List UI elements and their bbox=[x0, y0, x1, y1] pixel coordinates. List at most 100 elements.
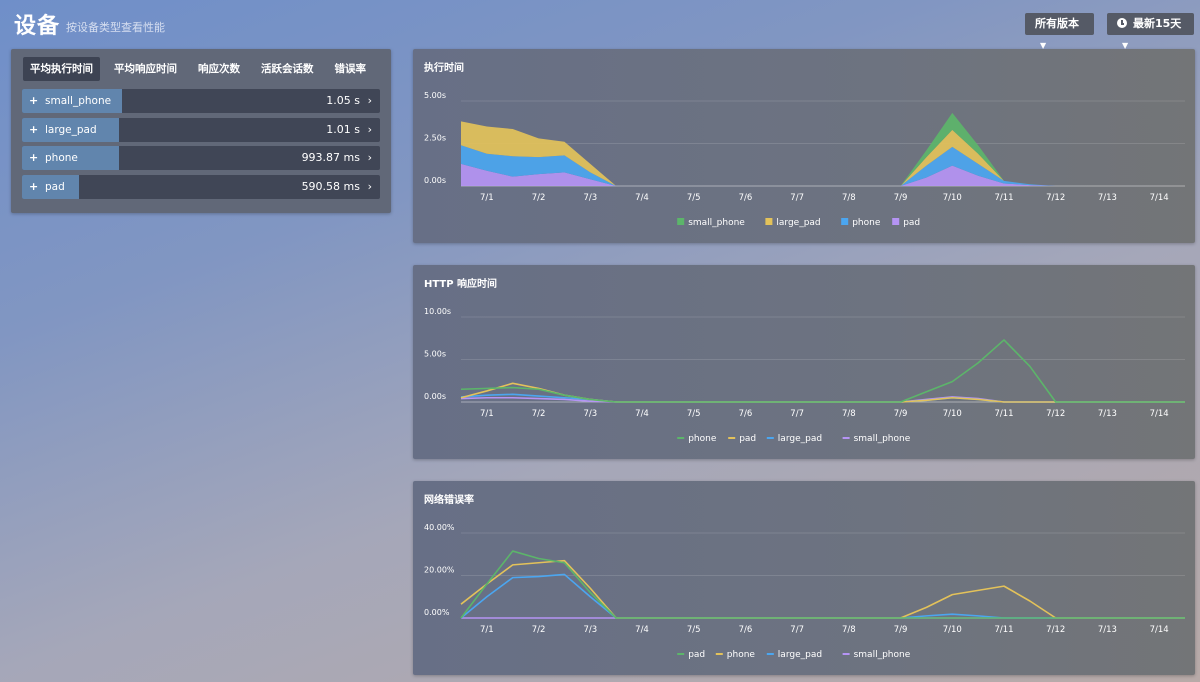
y-tick-label: 40.00% bbox=[424, 523, 455, 532]
device-row-small-phone[interactable]: + small_phone 1.05 s › bbox=[22, 89, 380, 113]
page-title: 设备 bbox=[14, 14, 61, 39]
line-series-phone[interactable] bbox=[460, 339, 1185, 403]
x-tick-label: 7/4 bbox=[635, 625, 649, 635]
x-tick-label: 7/3 bbox=[583, 193, 597, 203]
x-tick-label: 7/5 bbox=[687, 193, 701, 203]
x-tick-label: 7/4 bbox=[635, 409, 649, 419]
x-tick-label: 7/10 bbox=[943, 409, 962, 419]
x-tick-label: 7/8 bbox=[842, 409, 856, 419]
x-tick-label: 7/11 bbox=[994, 625, 1013, 635]
legend-swatch bbox=[765, 218, 773, 225]
legend-label: phone bbox=[727, 650, 756, 660]
legend-item-pad[interactable]: pad bbox=[728, 434, 756, 444]
y-tick-label: 2.50s bbox=[424, 134, 446, 143]
device-value: 1.05 s bbox=[326, 94, 360, 107]
legend-item-large_pad[interactable]: large_pad bbox=[766, 434, 822, 444]
time-range-dropdown[interactable]: 最新15天▼ bbox=[1107, 13, 1194, 50]
legend-item-phone[interactable]: phone bbox=[715, 650, 756, 660]
clock-icon bbox=[1117, 18, 1127, 28]
line-series-large_pad[interactable] bbox=[460, 573, 1185, 619]
legend-item-phone[interactable]: phone bbox=[841, 218, 881, 228]
http-response-chart-title: HTTP 响应时间 bbox=[424, 279, 498, 290]
chevron-right-icon[interactable]: › bbox=[368, 146, 372, 170]
version-dropdown[interactable]: 所有版本▼ bbox=[1025, 13, 1094, 50]
legend-item-large_pad[interactable]: large_pad bbox=[765, 218, 821, 228]
x-tick-label: 7/9 bbox=[894, 409, 908, 419]
x-tick-label: 7/10 bbox=[943, 193, 962, 203]
x-tick-label: 7/8 bbox=[842, 625, 856, 635]
legend-item-small_phone[interactable]: small_phone bbox=[677, 218, 745, 228]
tab-error-rate[interactable]: 错误率 bbox=[328, 57, 374, 81]
tab-active-sessions[interactable]: 活跃会话数 bbox=[254, 57, 321, 81]
legend-label: large_pad bbox=[778, 434, 822, 444]
tab-avg-exec-time[interactable]: 平均执行时间 bbox=[23, 57, 100, 81]
x-tick-label: 7/11 bbox=[994, 409, 1013, 419]
legend-label: phone bbox=[688, 434, 717, 444]
legend-item-small_phone[interactable]: small_phone bbox=[842, 434, 911, 444]
x-tick-label: 7/11 bbox=[994, 193, 1013, 203]
device-value: 993.87 ms bbox=[301, 151, 360, 164]
chevron-right-icon[interactable]: › bbox=[368, 175, 372, 199]
chevron-right-icon[interactable]: › bbox=[368, 89, 372, 113]
y-tick-label: 0.00s bbox=[424, 176, 446, 185]
legend-item-pad[interactable]: pad bbox=[677, 650, 705, 660]
legend-label: small_phone bbox=[854, 650, 911, 660]
x-tick-label: 7/6 bbox=[739, 193, 753, 203]
exec-time-chart-title: 执行时间 bbox=[424, 63, 464, 74]
tab-avg-response-time[interactable]: 平均响应时间 bbox=[107, 57, 184, 81]
metric-tabs: 平均执行时间 平均响应时间 响应次数 活跃会话数 错误率 bbox=[23, 57, 380, 81]
expand-plus-icon[interactable]: + bbox=[29, 175, 38, 199]
legend-swatch bbox=[677, 218, 685, 225]
device-name: large_pad bbox=[45, 124, 97, 136]
device-name: small_phone bbox=[45, 95, 112, 107]
y-tick-label: 0.00s bbox=[424, 392, 446, 401]
legend-item-phone[interactable]: phone bbox=[677, 434, 717, 444]
x-tick-label: 7/13 bbox=[1098, 625, 1117, 635]
device-value: 590.58 ms bbox=[301, 180, 360, 193]
legend-label: small_phone bbox=[854, 434, 911, 444]
expand-plus-icon[interactable]: + bbox=[29, 89, 38, 113]
x-tick-label: 7/2 bbox=[532, 193, 546, 203]
legend-label: pad bbox=[688, 650, 705, 660]
device-row-pad[interactable]: + pad 590.58 ms › bbox=[22, 175, 380, 199]
legend-swatch bbox=[892, 218, 900, 225]
x-tick-label: 7/12 bbox=[1046, 625, 1065, 635]
x-tick-label: 7/12 bbox=[1046, 409, 1065, 419]
exec-time-chart: 0.00s 2.50s 5.00s 7/1 7/2 7/3 7/4 7/5 7/6 7/7 7/8 7… bbox=[424, 91, 1185, 228]
http-response-chart-panel: 0.00s 5.00s 10.00s 7/1 7/2 7/3 7/4 7/5 7/6 7/7 7/8… bbox=[413, 265, 1195, 459]
y-tick-label: 0.00% bbox=[424, 608, 450, 617]
chevron-right-icon[interactable]: › bbox=[368, 118, 372, 142]
x-tick-label: 7/7 bbox=[790, 625, 804, 635]
x-tick-label: 7/5 bbox=[687, 409, 701, 419]
device-row-phone[interactable]: + phone 993.87 ms › bbox=[22, 146, 380, 170]
y-tick-label: 5.00s bbox=[424, 350, 446, 359]
network-error-chart: 0.00% 20.00% 40.00% 7/1 7/2 7/3 7/4 7/5 7/6 7/7 7/… bbox=[424, 523, 1185, 660]
x-tick-label: 7/8 bbox=[842, 193, 856, 203]
device-value: 1.01 s bbox=[326, 123, 360, 136]
x-tick-label: 7/4 bbox=[635, 193, 649, 203]
x-tick-label: 7/3 bbox=[583, 625, 597, 635]
expand-plus-icon[interactable]: + bbox=[29, 146, 38, 170]
line-series-pad[interactable] bbox=[460, 550, 1185, 619]
legend-label: large_pad bbox=[778, 650, 822, 660]
legend-label: large_pad bbox=[776, 218, 820, 228]
legend-label: small_phone bbox=[688, 218, 745, 228]
exec-time-chart-panel: 0.00s 2.50s 5.00s 7/1 7/2 7/3 7/4 7/5 7/6 7/7 7/8 7… bbox=[413, 49, 1195, 243]
y-tick-label: 5.00s bbox=[424, 91, 446, 100]
expand-plus-icon[interactable]: + bbox=[29, 118, 38, 142]
device-metrics-panel: 平均执行时间 平均响应时间 响应次数 活跃会话数 错误率 + small_pho… bbox=[11, 49, 391, 213]
x-tick-label: 7/6 bbox=[739, 409, 753, 419]
x-tick-label: 7/1 bbox=[480, 625, 494, 635]
legend-label: phone bbox=[852, 218, 881, 228]
device-row-large-pad[interactable]: + large_pad 1.01 s › bbox=[22, 118, 380, 142]
legend-item-pad[interactable]: pad bbox=[892, 218, 920, 228]
x-tick-label: 7/14 bbox=[1150, 625, 1169, 635]
tab-response-count[interactable]: 响应次数 bbox=[191, 57, 247, 81]
x-tick-label: 7/5 bbox=[687, 625, 701, 635]
legend-item-small_phone[interactable]: small_phone bbox=[842, 650, 911, 660]
x-tick-label: 7/10 bbox=[943, 625, 962, 635]
legend-label: pad bbox=[739, 434, 756, 444]
legend-item-large_pad[interactable]: large_pad bbox=[766, 650, 822, 660]
x-tick-label: 7/9 bbox=[894, 625, 908, 635]
x-tick-label: 7/13 bbox=[1098, 193, 1117, 203]
